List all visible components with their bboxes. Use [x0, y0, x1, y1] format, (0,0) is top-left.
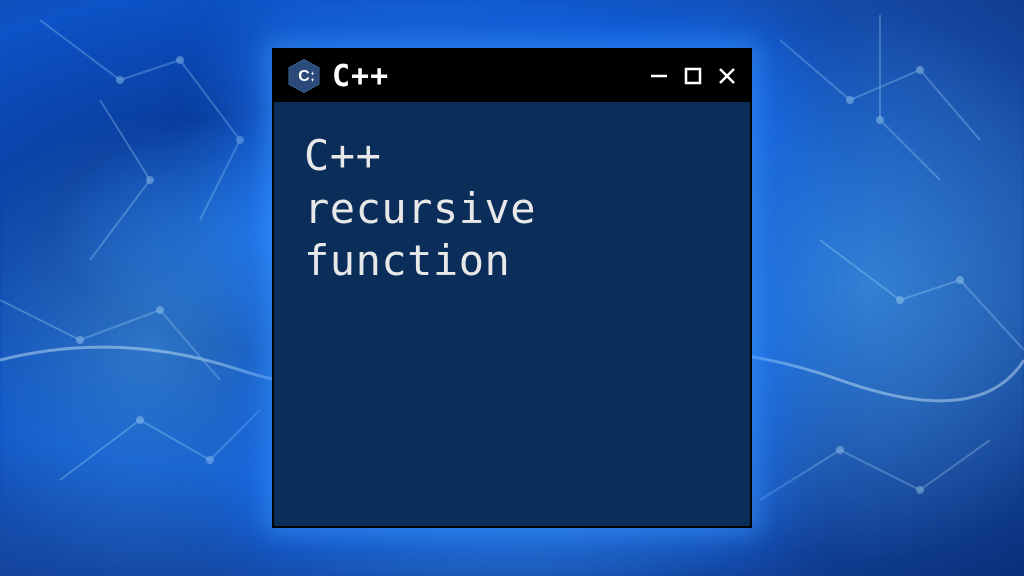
- cpp-hexagon-icon: C + +: [286, 58, 322, 94]
- body-text-line: recursive: [304, 183, 720, 236]
- close-button[interactable]: [716, 65, 738, 87]
- window-body: C++ recursive function: [274, 102, 750, 316]
- body-text-line: C++: [304, 130, 720, 183]
- window-controls: [648, 65, 738, 87]
- window-title: C++: [332, 59, 638, 94]
- svg-text:C: C: [298, 68, 309, 85]
- app-window: C + + C++ C++ recursive function: [272, 48, 752, 528]
- maximize-button[interactable]: [682, 65, 704, 87]
- body-text-line: function: [304, 235, 720, 288]
- window-titlebar[interactable]: C + + C++: [274, 50, 750, 102]
- minimize-button[interactable]: [648, 65, 670, 87]
- svg-text:+: +: [311, 70, 315, 77]
- svg-text:+: +: [311, 77, 315, 84]
